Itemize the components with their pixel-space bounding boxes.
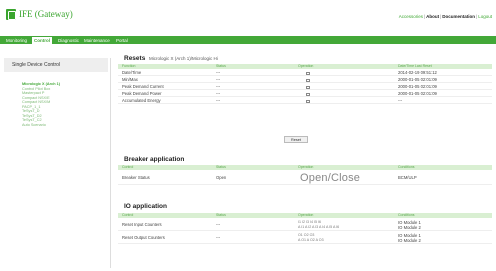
io-op-line2[interactable]: A O1 A O2 A O3 xyxy=(298,238,324,243)
row-date: 2000-01-05 02:01:09 xyxy=(398,77,437,82)
reset-checkbox[interactable] xyxy=(306,71,310,75)
sidebar-title: Single Device Control xyxy=(4,58,108,72)
io-status: --- xyxy=(216,235,221,240)
resets-subtitle: Micrologic X (Arch 1)/Micrologic Hi xyxy=(148,56,218,61)
io-op-line2[interactable]: A I1 A I2 A I3 A I4 A I5 A I6 xyxy=(298,225,339,230)
row-status: --- xyxy=(216,70,221,75)
col-status: Status xyxy=(216,64,226,68)
row-function: Date/Time xyxy=(122,70,142,75)
nav-maintenance[interactable]: Maintenance xyxy=(82,37,112,44)
open-close-button[interactable]: Open/Close xyxy=(300,172,360,184)
row-function: Peak Demand Current xyxy=(122,84,164,89)
row-status: --- xyxy=(216,91,221,96)
col-date: Date/Time Last Reset xyxy=(398,64,432,68)
reset-checkbox[interactable] xyxy=(306,92,310,96)
reset-checkbox[interactable] xyxy=(306,99,310,103)
nav-portal[interactable]: Portal xyxy=(114,37,130,44)
col-conditions: Conditions xyxy=(398,165,415,169)
col-status: Status xyxy=(216,213,226,217)
table-row: Min/Max --- 2000-01-05 02:01:09 xyxy=(118,77,492,83)
row-status: --- xyxy=(216,84,221,89)
col-operation: Operation xyxy=(298,64,314,68)
row-function: Accumulated Energy xyxy=(122,98,161,103)
io-cond-line2: IO Module 2 xyxy=(398,238,421,243)
breaker-table-header: Control Status Operation Conditions xyxy=(118,165,492,170)
reset-checkbox[interactable] xyxy=(306,85,310,89)
nav-monitoring[interactable]: Monitoring xyxy=(4,37,29,44)
reset-button[interactable]: Reset xyxy=(284,136,308,143)
row-status: --- xyxy=(216,98,221,103)
io-cond-line2: IO Module 2 xyxy=(398,225,421,230)
col-function: Function xyxy=(122,64,136,68)
table-row: Peak Demand Current --- 2000-01-05 02:01… xyxy=(118,84,492,90)
sidebar: Single Device Control Micrologic X (Arch… xyxy=(4,58,111,268)
sidebar-item[interactable]: Auto Scenario xyxy=(22,123,60,128)
breaker-status: Open xyxy=(216,175,227,180)
table-row: Accumulated Energy --- --- xyxy=(118,98,492,104)
app-title: IFE (Gateway) xyxy=(19,9,73,19)
breaker-heading: Breaker application xyxy=(124,156,185,163)
io-heading: IO application xyxy=(124,203,167,210)
table-row: Reset Input Counters --- I1 I2 I3 I4 I5 … xyxy=(118,220,492,231)
app-header: IFE (Gateway) Accessories|About|Document… xyxy=(0,0,496,30)
logout-link[interactable]: Logout xyxy=(478,14,492,19)
col-conditions: Conditions xyxy=(398,213,415,217)
io-table-header: Control Status Operation Conditions xyxy=(118,213,492,218)
table-row: Date/Time --- 2014-02-19 09:51:12 xyxy=(118,70,492,76)
about-link[interactable]: About xyxy=(426,14,439,19)
col-operation: Operation xyxy=(298,165,314,169)
row-status: --- xyxy=(216,77,221,82)
row-date: 2014-02-19 09:51:12 xyxy=(398,70,437,75)
breaker-conditions: BCM/ULP xyxy=(398,175,417,180)
row-date: 2000-01-05 02:01:09 xyxy=(398,84,437,89)
reset-checkbox[interactable] xyxy=(306,78,310,82)
table-row: Breaker Status Open Open/Close BCM/ULP xyxy=(118,172,492,185)
row-date: --- xyxy=(398,98,403,103)
resets-table-header: Function Status Operation Date/Time Last… xyxy=(118,64,492,69)
main-nav: Monitoring Control Diagnostic Maintenanc… xyxy=(0,36,496,44)
app-logo-icon xyxy=(6,9,16,20)
sidebar-item[interactable]: Micrologic X (Arch 1) xyxy=(22,82,60,87)
row-date: 2000-01-05 02:01:09 xyxy=(398,91,437,96)
row-function: Min/Max xyxy=(122,77,138,82)
nav-control[interactable]: Control xyxy=(32,37,52,44)
io-control: Reset Input Counters xyxy=(122,222,162,227)
documentation-link[interactable]: Documentation xyxy=(442,14,475,19)
accessories-link[interactable]: Accessories xyxy=(399,14,423,19)
table-row: Reset Output Counters --- O1 O2 O3 A O1 … xyxy=(118,233,492,244)
resets-heading: Resets Micrologic X (Arch 1)/Micrologic … xyxy=(124,55,218,62)
breaker-control: Breaker Status xyxy=(122,175,150,180)
col-control: Control xyxy=(122,213,134,217)
sidebar-list: Micrologic X (Arch 1) Control Pilot Box … xyxy=(22,82,60,127)
row-function: Peak Demand Power xyxy=(122,91,162,96)
col-control: Control xyxy=(122,165,134,169)
col-operation: Operation xyxy=(298,213,314,217)
col-status: Status xyxy=(216,165,226,169)
table-row: Peak Demand Power --- 2000-01-05 02:01:0… xyxy=(118,91,492,97)
io-control: Reset Output Counters xyxy=(122,235,165,240)
resets-title: Resets xyxy=(124,55,146,62)
nav-diagnostic[interactable]: Diagnostic xyxy=(56,37,81,44)
top-links: Accessories|About|Documentation|Logout xyxy=(398,14,492,19)
io-status: --- xyxy=(216,222,221,227)
